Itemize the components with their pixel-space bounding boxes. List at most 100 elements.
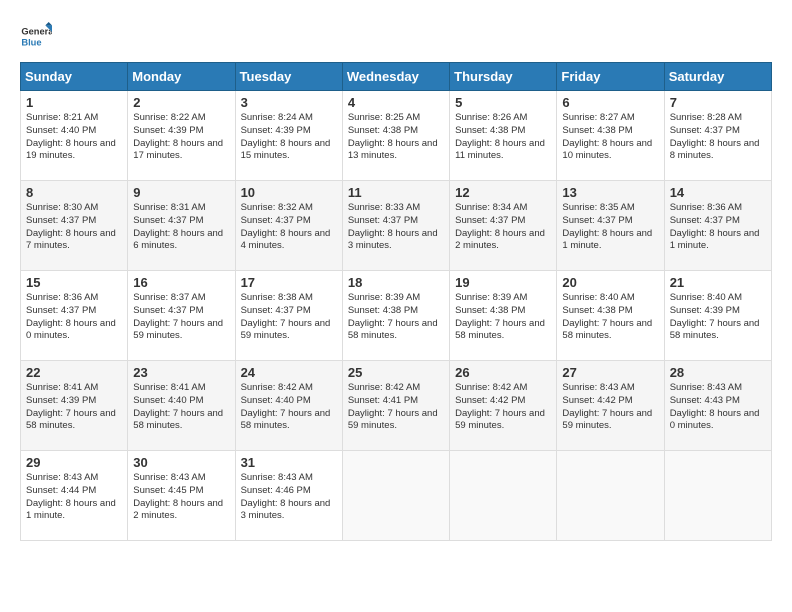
calendar-cell: 8 Sunrise: 8:30 AMSunset: 4:37 PMDaylight… bbox=[21, 181, 128, 271]
day-number: 15 bbox=[26, 275, 122, 290]
day-number: 25 bbox=[348, 365, 444, 380]
day-number: 10 bbox=[241, 185, 337, 200]
cell-content: Sunrise: 8:36 AMSunset: 4:37 PMDaylight:… bbox=[670, 202, 766, 253]
cell-content: Sunrise: 8:42 AMSunset: 4:42 PMDaylight:… bbox=[455, 382, 551, 433]
calendar-cell: 25 Sunrise: 8:42 AMSunset: 4:41 PMDayligh… bbox=[342, 361, 449, 451]
calendar-cell: 1Sunrise: 8:21 AMSunset: 4:40 PMDaylight… bbox=[21, 91, 128, 181]
cell-content: Sunrise: 8:42 AMSunset: 4:41 PMDaylight:… bbox=[348, 382, 444, 433]
cell-content: Sunrise: 8:25 AMSunset: 4:38 PMDaylight:… bbox=[348, 112, 444, 163]
calendar-cell: 10 Sunrise: 8:32 AMSunset: 4:37 PMDayligh… bbox=[235, 181, 342, 271]
calendar-cell: 6 Sunrise: 8:27 AMSunset: 4:38 PMDaylight… bbox=[557, 91, 664, 181]
calendar-table: SundayMondayTuesdayWednesdayThursdayFrid… bbox=[20, 62, 772, 541]
day-number: 21 bbox=[670, 275, 766, 290]
calendar-week-row: 15 Sunrise: 8:36 AMSunset: 4:37 PMDayligh… bbox=[21, 271, 772, 361]
day-number: 12 bbox=[455, 185, 551, 200]
calendar-day-header: Saturday bbox=[664, 63, 771, 91]
calendar-cell: 7Sunrise: 8:28 AMSunset: 4:37 PMDaylight… bbox=[664, 91, 771, 181]
cell-content: Sunrise: 8:39 AMSunset: 4:38 PMDaylight:… bbox=[455, 292, 551, 343]
calendar-cell: 4 Sunrise: 8:25 AMSunset: 4:38 PMDaylight… bbox=[342, 91, 449, 181]
cell-content: Sunrise: 8:36 AMSunset: 4:37 PMDaylight:… bbox=[26, 292, 122, 343]
day-number: 19 bbox=[455, 275, 551, 290]
day-number: 2 bbox=[133, 95, 229, 110]
calendar-cell: 22 Sunrise: 8:41 AMSunset: 4:39 PMDayligh… bbox=[21, 361, 128, 451]
day-number: 3 bbox=[241, 95, 337, 110]
calendar-day-header: Wednesday bbox=[342, 63, 449, 91]
calendar-cell: 13 Sunrise: 8:35 AMSunset: 4:37 PMDayligh… bbox=[557, 181, 664, 271]
calendar-day-header: Sunday bbox=[21, 63, 128, 91]
cell-content: Sunrise: 8:24 AMSunset: 4:39 PMDaylight:… bbox=[241, 112, 337, 163]
calendar-cell: 16 Sunrise: 8:37 AMSunset: 4:37 PMDayligh… bbox=[128, 271, 235, 361]
day-number: 4 bbox=[348, 95, 444, 110]
calendar-cell: 5 Sunrise: 8:26 AMSunset: 4:38 PMDaylight… bbox=[450, 91, 557, 181]
cell-content: Sunrise: 8:26 AMSunset: 4:38 PMDaylight:… bbox=[455, 112, 551, 163]
calendar-cell bbox=[557, 451, 664, 541]
day-number: 9 bbox=[133, 185, 229, 200]
calendar-cell: 2 Sunrise: 8:22 AMSunset: 4:39 PMDaylight… bbox=[128, 91, 235, 181]
generalblue-logo-icon: General Blue bbox=[20, 20, 52, 52]
cell-content: Sunrise: 8:42 AMSunset: 4:40 PMDaylight:… bbox=[241, 382, 337, 433]
calendar-cell: 29 Sunrise: 8:43 AMSunset: 4:44 PMDayligh… bbox=[21, 451, 128, 541]
calendar-cell: 15 Sunrise: 8:36 AMSunset: 4:37 PMDayligh… bbox=[21, 271, 128, 361]
cell-content: Sunrise: 8:43 AMSunset: 4:46 PMDaylight:… bbox=[241, 472, 337, 523]
calendar-week-row: 1Sunrise: 8:21 AMSunset: 4:40 PMDaylight… bbox=[21, 91, 772, 181]
cell-content: Sunrise: 8:38 AMSunset: 4:37 PMDaylight:… bbox=[241, 292, 337, 343]
logo: General Blue bbox=[20, 20, 52, 52]
day-number: 8 bbox=[26, 185, 122, 200]
day-number: 6 bbox=[562, 95, 658, 110]
calendar-week-row: 29 Sunrise: 8:43 AMSunset: 4:44 PMDayligh… bbox=[21, 451, 772, 541]
calendar-cell: 28 Sunrise: 8:43 AMSunset: 4:43 PMDayligh… bbox=[664, 361, 771, 451]
day-number: 23 bbox=[133, 365, 229, 380]
page-header: General Blue bbox=[20, 20, 772, 52]
day-number: 30 bbox=[133, 455, 229, 470]
cell-content: Sunrise: 8:43 AMSunset: 4:42 PMDaylight:… bbox=[562, 382, 658, 433]
cell-content: Sunrise: 8:31 AMSunset: 4:37 PMDaylight:… bbox=[133, 202, 229, 253]
calendar-cell bbox=[450, 451, 557, 541]
cell-content: Sunrise: 8:39 AMSunset: 4:38 PMDaylight:… bbox=[348, 292, 444, 343]
calendar-cell: 9 Sunrise: 8:31 AMSunset: 4:37 PMDaylight… bbox=[128, 181, 235, 271]
day-number: 13 bbox=[562, 185, 658, 200]
day-number: 29 bbox=[26, 455, 122, 470]
cell-content: Sunrise: 8:43 AMSunset: 4:44 PMDaylight:… bbox=[26, 472, 122, 523]
cell-content: Sunrise: 8:43 AMSunset: 4:45 PMDaylight:… bbox=[133, 472, 229, 523]
calendar-cell: 26 Sunrise: 8:42 AMSunset: 4:42 PMDayligh… bbox=[450, 361, 557, 451]
calendar-cell: 23Sunrise: 8:41 AMSunset: 4:40 PMDayligh… bbox=[128, 361, 235, 451]
day-number: 26 bbox=[455, 365, 551, 380]
cell-content: Sunrise: 8:22 AMSunset: 4:39 PMDaylight:… bbox=[133, 112, 229, 163]
calendar-cell: 3 Sunrise: 8:24 AMSunset: 4:39 PMDaylight… bbox=[235, 91, 342, 181]
day-number: 28 bbox=[670, 365, 766, 380]
cell-content: Sunrise: 8:32 AMSunset: 4:37 PMDaylight:… bbox=[241, 202, 337, 253]
day-number: 5 bbox=[455, 95, 551, 110]
calendar-cell: 24 Sunrise: 8:42 AMSunset: 4:40 PMDayligh… bbox=[235, 361, 342, 451]
day-number: 17 bbox=[241, 275, 337, 290]
calendar-cell: 12 Sunrise: 8:34 AMSunset: 4:37 PMDayligh… bbox=[450, 181, 557, 271]
day-number: 22 bbox=[26, 365, 122, 380]
cell-content: Sunrise: 8:33 AMSunset: 4:37 PMDaylight:… bbox=[348, 202, 444, 253]
calendar-cell bbox=[342, 451, 449, 541]
calendar-cell: 17 Sunrise: 8:38 AMSunset: 4:37 PMDayligh… bbox=[235, 271, 342, 361]
cell-content: Sunrise: 8:35 AMSunset: 4:37 PMDaylight:… bbox=[562, 202, 658, 253]
calendar-day-header: Tuesday bbox=[235, 63, 342, 91]
cell-content: Sunrise: 8:41 AMSunset: 4:39 PMDaylight:… bbox=[26, 382, 122, 433]
cell-content: Sunrise: 8:43 AMSunset: 4:43 PMDaylight:… bbox=[670, 382, 766, 433]
calendar-cell: 20 Sunrise: 8:40 AMSunset: 4:38 PMDayligh… bbox=[557, 271, 664, 361]
calendar-cell: 21 Sunrise: 8:40 AMSunset: 4:39 PMDayligh… bbox=[664, 271, 771, 361]
cell-content: Sunrise: 8:37 AMSunset: 4:37 PMDaylight:… bbox=[133, 292, 229, 343]
cell-content: Sunrise: 8:40 AMSunset: 4:38 PMDaylight:… bbox=[562, 292, 658, 343]
cell-content: Sunrise: 8:40 AMSunset: 4:39 PMDaylight:… bbox=[670, 292, 766, 343]
calendar-cell: 31 Sunrise: 8:43 AMSunset: 4:46 PMDayligh… bbox=[235, 451, 342, 541]
calendar-header-row: SundayMondayTuesdayWednesdayThursdayFrid… bbox=[21, 63, 772, 91]
cell-content: Sunrise: 8:27 AMSunset: 4:38 PMDaylight:… bbox=[562, 112, 658, 163]
calendar-cell: 18Sunrise: 8:39 AMSunset: 4:38 PMDayligh… bbox=[342, 271, 449, 361]
day-number: 14 bbox=[670, 185, 766, 200]
day-number: 31 bbox=[241, 455, 337, 470]
day-number: 7 bbox=[670, 95, 766, 110]
day-number: 24 bbox=[241, 365, 337, 380]
calendar-cell: 11 Sunrise: 8:33 AMSunset: 4:37 PMDayligh… bbox=[342, 181, 449, 271]
day-number: 20 bbox=[562, 275, 658, 290]
day-number: 16 bbox=[133, 275, 229, 290]
calendar-day-header: Friday bbox=[557, 63, 664, 91]
cell-content: Sunrise: 8:30 AMSunset: 4:37 PMDaylight:… bbox=[26, 202, 122, 253]
svg-text:General: General bbox=[21, 27, 52, 37]
cell-content: Sunrise: 8:34 AMSunset: 4:37 PMDaylight:… bbox=[455, 202, 551, 253]
day-number: 11 bbox=[348, 185, 444, 200]
